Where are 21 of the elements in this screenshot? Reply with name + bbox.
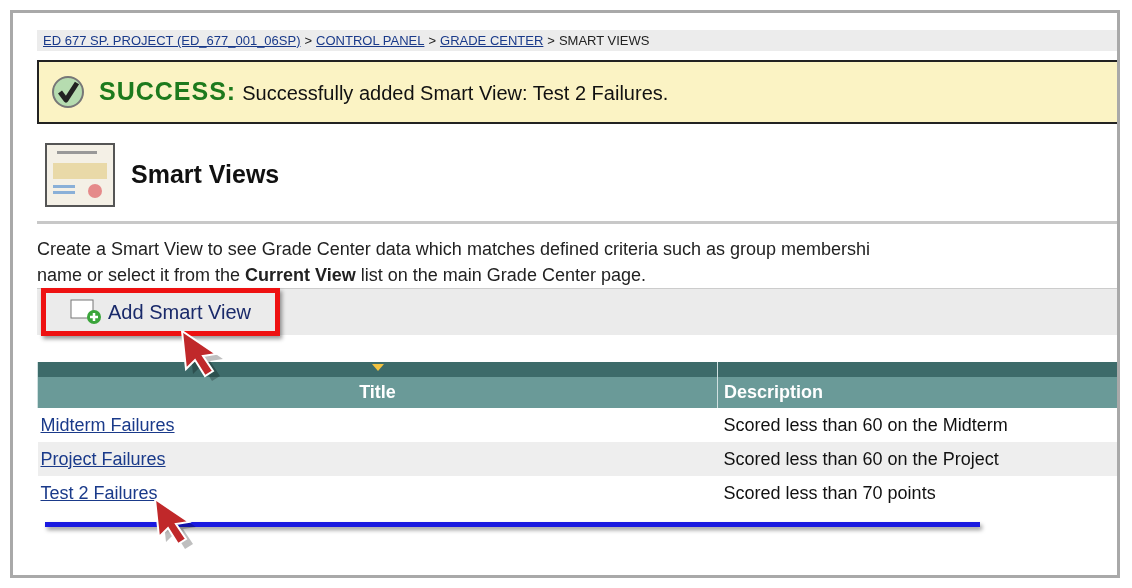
breadcrumb-separator: > xyxy=(547,31,555,50)
banner-message: SUCCESS: Successfully added Smart View: Test 2 Failures. xyxy=(99,76,669,108)
sort-triangle-icon xyxy=(371,364,384,372)
smart-view-link[interactable]: Midterm Failures xyxy=(40,414,175,435)
smart-view-link[interactable]: Test 2 Failures xyxy=(40,482,158,503)
add-document-icon xyxy=(70,299,102,325)
page-title: Smart Views xyxy=(131,159,280,191)
breadcrumb-link[interactable]: CONTROL PANEL xyxy=(316,30,425,51)
description-cell: Scored less than 60 on the Project xyxy=(723,448,999,469)
add-smart-view-button[interactable]: Add Smart View xyxy=(41,288,281,336)
breadcrumb-separator: > xyxy=(304,31,313,50)
checkmark-icon xyxy=(51,75,85,109)
breadcrumb-separator: > xyxy=(428,31,437,50)
certificate-icon xyxy=(45,143,115,207)
breadcrumb-link[interactable]: GRADE CENTER xyxy=(440,30,544,51)
smart-view-link[interactable]: Project Failures xyxy=(40,448,166,469)
page-description: Create a Smart View to see Grade Center data which matches defined criteria such as group membershi name or select it from the Current View list on the main Grade Center page. xyxy=(37,238,872,287)
breadcrumb-link[interactable]: ED 677 SP. PROJECT (ED_677_001_06SP) xyxy=(43,30,301,51)
description-cell: Scored less than 60 on the Midterm xyxy=(723,414,1008,435)
description-cell: Scored less than 70 points xyxy=(723,482,936,503)
breadcrumb-current: SMART VIEWS xyxy=(558,31,650,50)
